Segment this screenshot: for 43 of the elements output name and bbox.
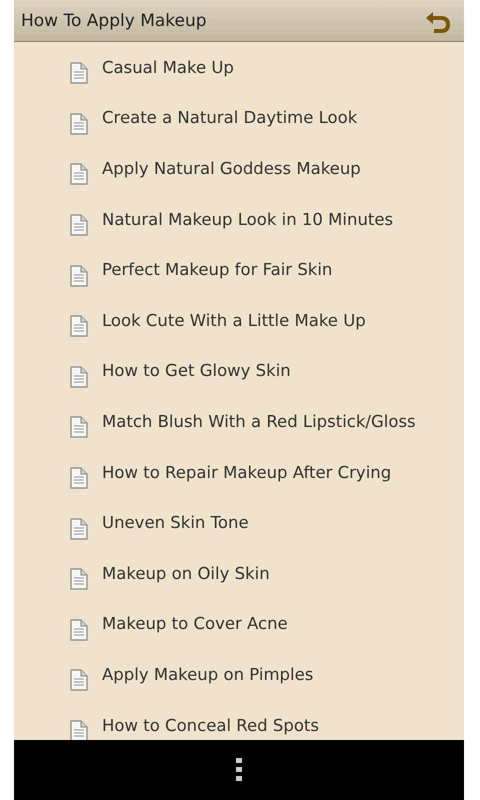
item-title: Casual Make Up <box>102 58 234 77</box>
list-item[interactable]: Perfect Makeup for Fair Skin <box>14 244 464 295</box>
document-icon <box>70 618 88 641</box>
item-title: How to Conceal Red Spots <box>102 716 319 735</box>
document-icon <box>70 62 88 84</box>
list-item[interactable]: Apply Natural Goddess Makeup <box>14 143 464 194</box>
document-icon <box>70 366 88 388</box>
document-icon <box>70 720 88 740</box>
list-item[interactable]: How to Get Glowy Skin <box>14 346 464 396</box>
item-title: Perfect Makeup for Fair Skin <box>102 260 332 280</box>
list-item[interactable]: Makeup to Cover Acne <box>14 598 464 650</box>
document-icon <box>70 416 88 438</box>
menu-icon[interactable] <box>236 758 242 782</box>
list-item[interactable]: How to Repair Makeup After Crying <box>14 446 464 498</box>
item-title: Match Blush With a Red Lipstick/Gloss <box>102 412 416 431</box>
document-icon <box>70 669 88 692</box>
list-item[interactable]: Create a Natural Daytime Look <box>14 92 464 144</box>
list-item[interactable]: Casual Make Up <box>14 42 464 93</box>
document-icon <box>70 467 88 490</box>
list-item[interactable]: Apply Makeup on Pimples <box>14 649 464 700</box>
document-icon <box>70 518 88 540</box>
document-icon <box>70 568 88 590</box>
list-item[interactable]: Natural Makeup Look in 10 Minutes <box>14 194 464 244</box>
document-icon <box>70 264 88 287</box>
list-item[interactable]: Match Blush With a Red Lipstick/Gloss <box>14 396 464 447</box>
item-title: Makeup to Cover Acne <box>102 614 288 634</box>
list-item[interactable]: Makeup on Oily Skin <box>14 548 464 599</box>
document-icon <box>70 163 88 186</box>
item-title: Look Cute With a Little Make Up <box>102 310 366 330</box>
window-title: How To Apply Makeup <box>21 10 207 30</box>
item-title: Natural Makeup Look in 10 Minutes <box>102 210 394 229</box>
list-item[interactable]: Uneven Skin Tone <box>14 497 464 548</box>
item-title: Makeup on Oily Skin <box>102 564 270 583</box>
document-icon <box>70 214 88 236</box>
item-title: Uneven Skin Tone <box>102 513 249 532</box>
document-icon <box>70 315 88 338</box>
document-icon <box>70 112 88 135</box>
list-item[interactable]: Look Cute With a Little Make Up <box>14 294 464 346</box>
item-title: How to Repair Makeup After Crying <box>102 462 392 482</box>
item-title: How to Get Glowy Skin <box>102 361 291 380</box>
item-title: Apply Natural Goddess Makeup <box>102 158 361 178</box>
item-title: Create a Natural Daytime Look <box>102 108 358 128</box>
item-title: Apply Makeup on Pimples <box>102 664 314 684</box>
